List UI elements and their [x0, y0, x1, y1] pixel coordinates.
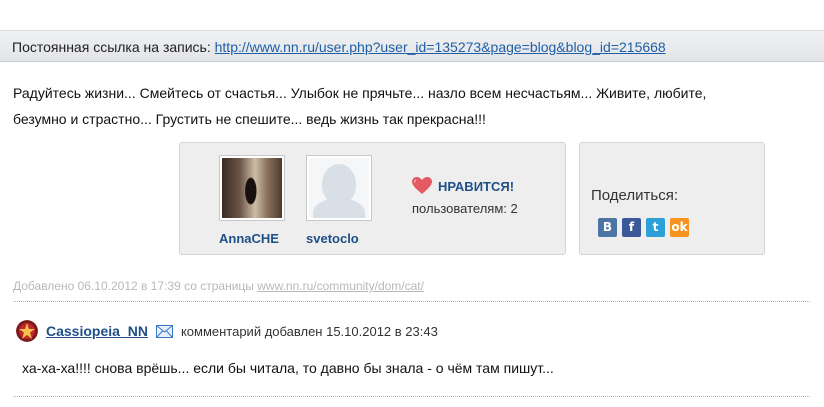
- permalink-link[interactable]: http://www.nn.ru/user.php?user_id=135273…: [215, 39, 666, 55]
- facebook-icon[interactable]: f: [622, 218, 641, 237]
- share-icons: В f t ok: [598, 218, 689, 237]
- comment-username[interactable]: Cassiopeia_NN: [46, 323, 148, 339]
- post-body: Радуйтесь жизни... Смейтесь от счастья..…: [13, 80, 793, 132]
- liker-card[interactable]: AnnaCHE: [219, 155, 285, 246]
- like-count: пользователям: 2: [412, 201, 518, 216]
- likes-box: AnnaCHE svetoclo НРАВИТСЯ! пользователям…: [179, 142, 566, 255]
- liker-card[interactable]: svetoclo: [306, 155, 372, 246]
- post-line-2: безумно и страстно... Грустить не спешит…: [13, 111, 486, 127]
- comment-meta: комментарий добавлен 15.10.2012 в 23:43: [180, 323, 438, 339]
- twitter-icon[interactable]: t: [646, 218, 665, 237]
- post-line-1: Радуйтесь жизни... Смейтесь от счастья..…: [13, 85, 707, 101]
- comment-header: Cassiopeia_NN комментарий добавлен 15.10…: [16, 320, 438, 342]
- divider: [13, 301, 810, 302]
- mail-icon[interactable]: [155, 324, 173, 338]
- liker-avatar[interactable]: [219, 155, 285, 221]
- liker-name[interactable]: svetoclo: [306, 231, 372, 246]
- permalink-label: Постоянная ссылка на запись:: [12, 39, 211, 55]
- divider: [13, 396, 810, 397]
- odnoklassniki-icon[interactable]: ok: [670, 218, 689, 237]
- like-block: НРАВИТСЯ! пользователям: 2: [412, 177, 532, 216]
- post-added-text: Добавлено 06.10.2012 в 17:39 со страницы: [13, 279, 254, 293]
- share-label: Поделиться:: [591, 187, 678, 204]
- like-button[interactable]: НРАВИТСЯ!: [412, 177, 532, 195]
- permalink-bar: Постоянная ссылка на запись: http://www.…: [0, 30, 824, 62]
- liker-avatar[interactable]: [306, 155, 372, 221]
- share-box: Поделиться: В f t ok: [579, 142, 765, 255]
- heart-icon: [412, 177, 432, 194]
- comment-text: ха-ха-ха!!!! снова врёшь... если бы чита…: [22, 360, 554, 376]
- like-label[interactable]: НРАВИТСЯ!: [438, 179, 514, 194]
- post-meta: Добавлено 06.10.2012 в 17:39 со страницы…: [13, 279, 424, 293]
- vk-icon[interactable]: В: [598, 218, 617, 237]
- source-page-link[interactable]: www.nn.ru/community/dom/cat/: [257, 279, 424, 293]
- avatar[interactable]: [16, 320, 38, 342]
- liker-name[interactable]: AnnaCHE: [219, 231, 285, 246]
